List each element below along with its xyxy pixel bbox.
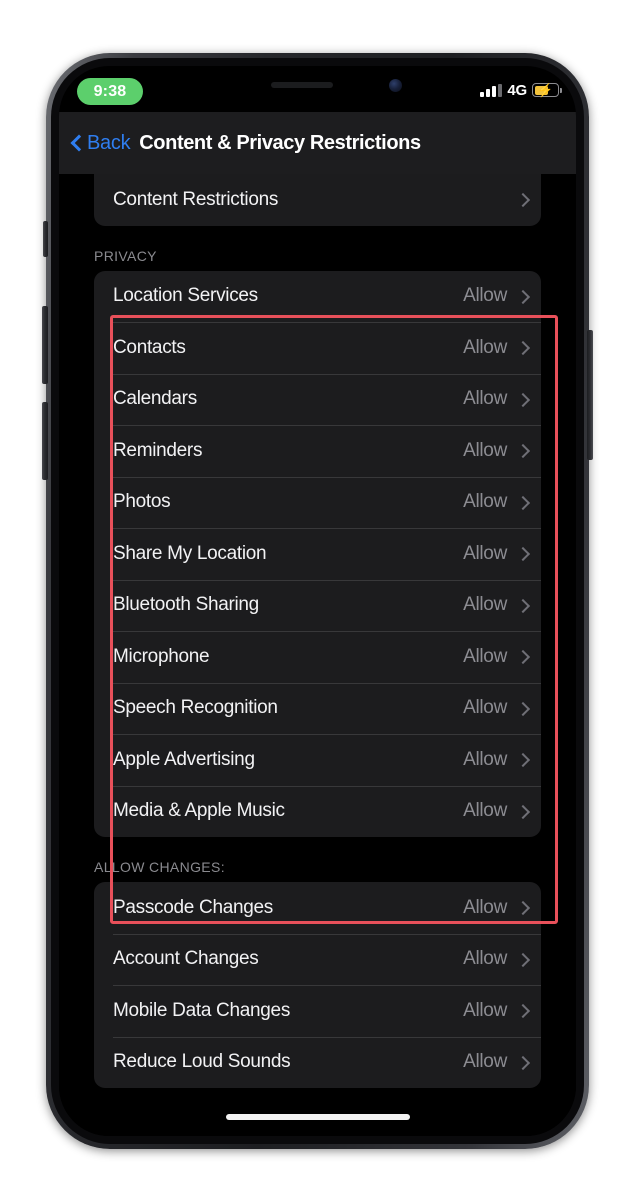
status-bar-time-pill: 9:38 (77, 78, 143, 105)
charging-bolt-icon: ⚡ (537, 84, 553, 97)
volume-down-button[interactable] (42, 402, 48, 480)
row-value: Allow (463, 800, 507, 822)
chevron-right-icon (518, 1003, 527, 1018)
status-bar-indicators: 4G ⚡ (480, 78, 559, 102)
home-indicator[interactable] (226, 1114, 410, 1120)
row-bluetooth-sharing[interactable]: Bluetooth Sharing Allow (94, 580, 541, 632)
section-header-allow-changes: ALLOW CHANGES: (59, 837, 576, 882)
status-bar-time: 9:38 (94, 83, 127, 101)
back-button-label: Back (87, 132, 130, 155)
chevron-right-icon (518, 649, 527, 664)
row-value: Allow (463, 594, 507, 616)
row-calendars[interactable]: Calendars Allow (94, 374, 541, 426)
row-value: Allow (463, 749, 507, 771)
row-value: Allow (463, 543, 507, 565)
phone-screen: 9:38 4G ⚡ Back Content & Privacy Restric… (59, 66, 576, 1136)
row-reduce-loud-sounds[interactable]: Reduce Loud Sounds Allow (94, 1037, 541, 1089)
settings-scroll-view[interactable]: Content Restrictions PRIVACY Location Se… (59, 174, 576, 1136)
row-label: Bluetooth Sharing (113, 594, 463, 616)
chevron-right-icon (518, 546, 527, 561)
chevron-right-icon (518, 495, 527, 510)
section-header-privacy: PRIVACY (59, 226, 576, 271)
content-restrictions-group: Content Restrictions (94, 174, 541, 226)
chevron-right-icon (518, 900, 527, 915)
row-microphone[interactable]: Microphone Allow (94, 631, 541, 683)
privacy-group: Location Services Allow Contacts Allow C… (94, 271, 541, 838)
chevron-right-icon (518, 392, 527, 407)
row-value: Allow (463, 337, 507, 359)
row-label: Account Changes (113, 948, 463, 970)
network-type-label: 4G (507, 82, 527, 99)
row-reminders[interactable]: Reminders Allow (94, 425, 541, 477)
row-value: Allow (463, 491, 507, 513)
row-label: Calendars (113, 388, 463, 410)
chevron-right-icon (518, 192, 527, 207)
chevron-right-icon (518, 289, 527, 304)
power-button[interactable] (587, 330, 593, 460)
row-label: Photos (113, 491, 463, 513)
chevron-right-icon (518, 598, 527, 613)
row-location-services[interactable]: Location Services Allow (94, 271, 541, 323)
chevron-right-icon (518, 804, 527, 819)
row-label: Media & Apple Music (113, 800, 463, 822)
row-value: Allow (463, 388, 507, 410)
row-label: Reminders (113, 440, 463, 462)
row-contacts[interactable]: Contacts Allow (94, 322, 541, 374)
navigation-bar: Back Content & Privacy Restrictions (59, 112, 576, 174)
page-title: Content & Privacy Restrictions (139, 132, 420, 155)
row-label: Passcode Changes (113, 897, 463, 919)
earpiece-speaker (271, 82, 333, 88)
phone-device-frame: 9:38 4G ⚡ Back Content & Privacy Restric… (46, 53, 589, 1149)
row-value: Allow (463, 440, 507, 462)
row-content-restrictions[interactable]: Content Restrictions (94, 174, 541, 226)
row-label: Mobile Data Changes (113, 1000, 463, 1022)
chevron-right-icon (518, 752, 527, 767)
row-label: Location Services (113, 285, 463, 307)
row-value: Allow (463, 285, 507, 307)
chevron-right-icon (518, 952, 527, 967)
row-value: Allow (463, 1051, 507, 1073)
row-label: Content Restrictions (113, 189, 507, 211)
row-share-my-location[interactable]: Share My Location Allow (94, 528, 541, 580)
chevron-right-icon (518, 1055, 527, 1070)
row-label: Reduce Loud Sounds (113, 1051, 463, 1073)
chevron-right-icon (518, 443, 527, 458)
row-value: Allow (463, 897, 507, 919)
row-mobile-data-changes[interactable]: Mobile Data Changes Allow (94, 985, 541, 1037)
row-photos[interactable]: Photos Allow (94, 477, 541, 529)
chevron-right-icon (518, 340, 527, 355)
row-apple-advertising[interactable]: Apple Advertising Allow (94, 734, 541, 786)
row-label: Speech Recognition (113, 697, 463, 719)
row-label: Contacts (113, 337, 463, 359)
allow-changes-group: Passcode Changes Allow Account Changes A… (94, 882, 541, 1088)
row-value: Allow (463, 948, 507, 970)
row-value: Allow (463, 1000, 507, 1022)
silent-switch-button[interactable] (43, 221, 48, 257)
chevron-left-icon (71, 134, 82, 153)
row-speech-recognition[interactable]: Speech Recognition Allow (94, 683, 541, 735)
display-notch (180, 66, 456, 104)
row-value: Allow (463, 697, 507, 719)
row-passcode-changes[interactable]: Passcode Changes Allow (94, 882, 541, 934)
chevron-right-icon (518, 701, 527, 716)
row-account-changes[interactable]: Account Changes Allow (94, 934, 541, 986)
row-value: Allow (463, 646, 507, 668)
row-media-and-apple-music[interactable]: Media & Apple Music Allow (94, 786, 541, 838)
front-camera-icon (389, 79, 402, 92)
cellular-signal-icon (480, 84, 502, 97)
row-label: Apple Advertising (113, 749, 463, 771)
back-button[interactable]: Back (71, 132, 130, 155)
battery-charging-icon: ⚡ (532, 83, 559, 97)
row-label: Microphone (113, 646, 463, 668)
volume-up-button[interactable] (42, 306, 48, 384)
row-label: Share My Location (113, 543, 463, 565)
